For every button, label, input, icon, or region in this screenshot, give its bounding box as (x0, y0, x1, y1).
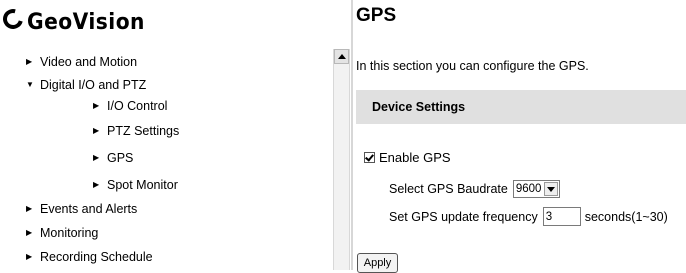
frequency-input[interactable] (542, 207, 581, 226)
baudrate-row: Select GPS Baudrate 9600 (389, 180, 561, 198)
sidebar-item-recording-schedule[interactable]: ▶ Recording Schedule (26, 250, 153, 264)
device-settings-header: Device Settings (356, 90, 686, 124)
enable-gps-row: Enable GPS (364, 150, 451, 165)
sidebar-item-label: Recording Schedule (40, 250, 153, 264)
sidebar-item-monitoring[interactable]: ▶ Monitoring (26, 226, 98, 240)
sidebar-item-spot-monitor[interactable]: ▶ Spot Monitor (93, 178, 178, 192)
sidebar-item-label: Digital I/O and PTZ (40, 78, 147, 92)
sidebar-item-digital-io-and-ptz[interactable]: ▼ Digital I/O and PTZ (26, 78, 146, 92)
triangle-right-icon: ▶ (93, 180, 100, 189)
frequency-row: Set GPS update frequency seconds(1~30) (389, 207, 668, 226)
apply-button[interactable]: Apply (357, 253, 398, 273)
sidebar-item-ptz-settings[interactable]: ▶ PTZ Settings (93, 124, 179, 138)
sidebar: GeoVision ▶ Video and Motion ▼ Digital I/O… (0, 0, 330, 270)
triangle-right-icon: ▶ (93, 126, 100, 135)
triangle-right-icon: ▶ (26, 204, 33, 213)
sidebar-item-label: Spot Monitor (107, 178, 178, 192)
triangle-right-icon: ▶ (93, 101, 100, 110)
page-title: GPS (356, 5, 397, 26)
sidebar-item-label: Video and Motion (40, 55, 138, 69)
sidebar-item-label: I/O Control (107, 99, 168, 113)
sidebar-item-events-and-alerts[interactable]: ▶ Events and Alerts (26, 202, 137, 216)
sidebar-item-gps[interactable]: ▶ GPS (93, 151, 133, 165)
enable-gps-label: Enable GPS (379, 150, 451, 165)
scroll-up-arrow-icon[interactable] (334, 49, 349, 64)
enable-gps-checkbox[interactable] (364, 152, 375, 163)
sidebar-item-label: Events and Alerts (40, 202, 138, 216)
triangle-right-icon: ▶ (26, 57, 33, 66)
sidebar-item-label: PTZ Settings (107, 124, 180, 138)
geovision-logo-icon (0, 5, 27, 33)
sidebar-item-io-control[interactable]: ▶ I/O Control (93, 99, 167, 113)
sidebar-item-label: Monitoring (40, 226, 99, 240)
triangle-right-icon: ▶ (93, 153, 100, 162)
panel-divider (351, 0, 353, 270)
section-title: Device Settings (372, 100, 466, 114)
baudrate-value: 9600 (515, 183, 542, 195)
triangle-right-icon: ▶ (26, 228, 33, 237)
triangle-right-icon: ▶ (26, 252, 33, 261)
geovision-logo: GeoVision (0, 5, 155, 38)
sidebar-scrollbar[interactable] (333, 49, 350, 270)
triangle-down-icon: ▼ (26, 80, 34, 89)
baudrate-label: Select GPS Baudrate (389, 182, 508, 196)
sidebar-item-label: GPS (107, 151, 134, 165)
logo-text: GeoVision (27, 9, 145, 35)
sidebar-item-video-and-motion[interactable]: ▶ Video and Motion (26, 55, 137, 69)
baudrate-select[interactable]: 9600 (512, 180, 561, 198)
frequency-label: Set GPS update frequency (389, 209, 538, 224)
chevron-down-icon[interactable] (544, 182, 559, 196)
section-description: In this section you can configure the GP… (356, 59, 589, 73)
frequency-unit: seconds(1~30) (584, 209, 668, 224)
